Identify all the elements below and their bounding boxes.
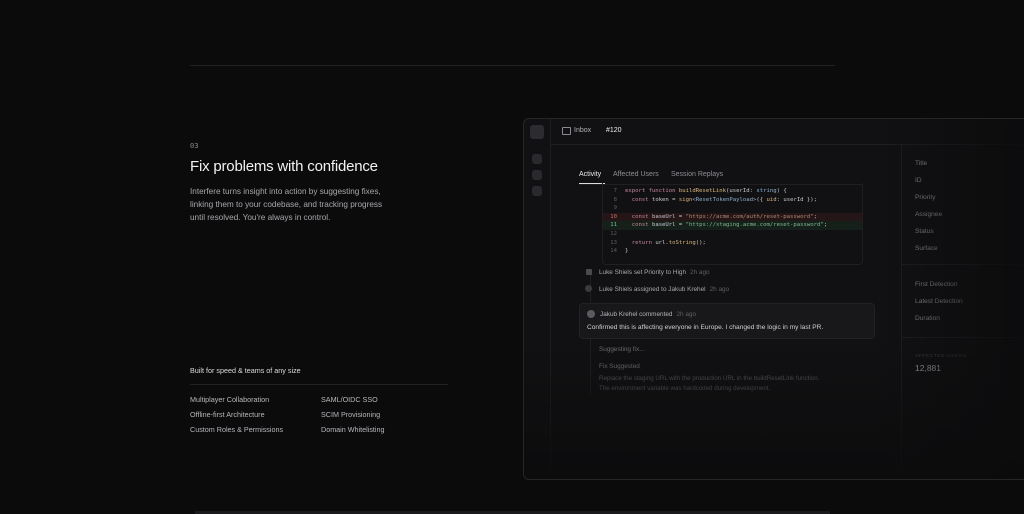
property-label: Title [915, 160, 928, 167]
feature-item: SAML/OIDC SSO [321, 395, 378, 404]
property-label: Status [915, 228, 934, 235]
properties-divider [902, 337, 1024, 338]
code-line: 13 return url.toString(); [610, 239, 706, 246]
app-header: Inbox #120 [550, 119, 1024, 145]
feature-item: Multiplayer Collaboration [190, 395, 270, 404]
feature-item: SCIM Provisioning [321, 410, 381, 419]
property-label: First Detection [915, 281, 958, 288]
section-title: Fix problems with confidence [190, 158, 378, 175]
property-label: ID [915, 177, 922, 184]
comment-card: Jakub Krehel commented 2h ago Confirmed t… [579, 303, 875, 339]
feature-item: Custom Roles & Permissions [190, 425, 284, 434]
code-line: 7 export function buildResetLink(userId: … [613, 188, 787, 194]
sidebar-nav-icon[interactable] [532, 186, 542, 196]
breadcrumb-issue-id: #120 [606, 127, 622, 134]
code-line-removed: 10 const baseUrl = "https://acme.com/aut… [603, 212, 862, 222]
workspace-logo[interactable] [530, 125, 544, 139]
activity-item: Luke Shiels set Priority to High 2h ago [599, 269, 710, 276]
property-label: Assignee [915, 211, 943, 218]
issue-properties-panel: Title ID Priority Assignee Status Surfac… [901, 144, 1024, 479]
code-line: 14} [610, 248, 629, 255]
tab-session-replays[interactable]: Session Replays [671, 171, 723, 178]
tab-affected-users[interactable]: Affected Users [613, 171, 659, 178]
avatar [587, 310, 595, 318]
inbox-icon [562, 127, 571, 135]
activity-item: Luke Shiels assigned to Jakub Krehel 2h a… [599, 286, 730, 293]
breadcrumb-inbox[interactable]: Inbox [574, 127, 591, 134]
property-label: Surface [915, 245, 938, 252]
fix-suggested-title: Fix Suggested [599, 363, 640, 370]
tab-activity[interactable]: Activity [579, 171, 601, 178]
feature-item: Offline-first Architecture [190, 410, 265, 419]
avatar [585, 285, 592, 292]
code-line: 12 [610, 230, 617, 237]
affected-users-label: AFFECTED USERS [915, 354, 967, 359]
code-diff-block: 7 export function buildResetLink(userId: … [602, 183, 863, 265]
comment-body: Confirmed this is affecting everyone in … [587, 324, 824, 331]
suggesting-fix-status: Suggesting fix... [599, 346, 645, 353]
code-line-added: 11 const baseUrl = "https://staging.acme… [603, 221, 862, 230]
property-label: Duration [915, 315, 940, 322]
property-label: Priority [915, 194, 936, 201]
property-label: Latest Detection [915, 298, 963, 305]
section-description: Interfere turns insight into action by s… [190, 187, 383, 222]
app-sidebar [524, 119, 551, 479]
comment-author: Jakub Krehel commented 2h ago [600, 311, 697, 318]
code-line: 9 [613, 205, 617, 212]
app-window-preview: Inbox #120 Activity Affected Users Sessi… [523, 118, 1024, 480]
feature-item: Domain Whitelisting [321, 425, 385, 434]
features-divider [190, 384, 448, 385]
top-divider [190, 65, 835, 66]
section-step-number: 03 [190, 142, 199, 150]
code-line: 8 const token = sign<ResetTokenPayload>(… [613, 196, 818, 203]
fix-suggested-body: Replace the staging URL with the product… [599, 375, 820, 392]
affected-users-count: 12,881 [915, 363, 941, 373]
sidebar-nav-icon[interactable] [532, 170, 542, 180]
priority-icon [586, 269, 592, 275]
sidebar-nav-icon[interactable] [532, 154, 542, 164]
properties-divider [902, 264, 1024, 265]
features-heading: Built for speed & teams of any size [190, 366, 301, 375]
